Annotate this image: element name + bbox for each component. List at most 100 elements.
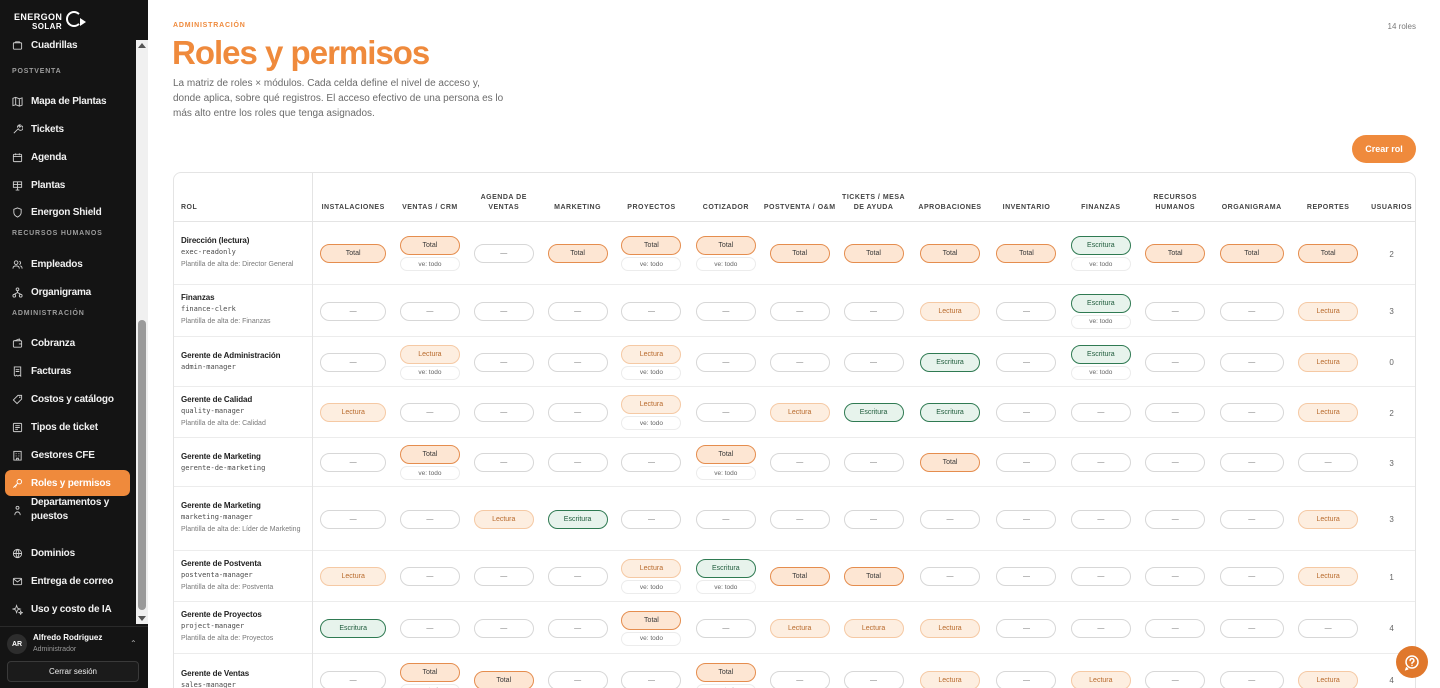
access-level-select[interactable]: — <box>1298 453 1359 472</box>
access-level-select[interactable]: Escritura <box>1070 236 1131 255</box>
access-level-select[interactable]: Total <box>1219 244 1284 263</box>
access-level-select[interactable]: — <box>547 618 608 638</box>
access-level-select[interactable]: Lectura <box>1298 403 1359 422</box>
sidebar-item-energon-shield[interactable]: Energon Shield <box>5 199 130 225</box>
access-level-select[interactable]: — <box>1219 567 1284 586</box>
access-level-select[interactable]: — <box>996 670 1057 688</box>
access-level-select[interactable]: — <box>473 618 534 638</box>
access-level-select[interactable]: — <box>399 301 460 321</box>
access-level-select[interactable]: — <box>473 567 534 586</box>
access-level-select[interactable]: — <box>473 352 534 372</box>
sidebar-item-departamentos-y-puestos[interactable]: Departamentos y puestos <box>5 494 130 526</box>
role-cell[interactable]: Gerente de Postventa postventa-manager Pla… <box>174 550 313 601</box>
access-level-select[interactable]: Total <box>399 445 460 464</box>
sidebar-item-gestores-cfe[interactable]: Gestores CFE <box>5 442 130 468</box>
access-level-select[interactable]: Total <box>1145 244 1206 263</box>
access-level-select[interactable]: — <box>1219 453 1284 472</box>
sidebar-item-roles-y-permisos[interactable]: Roles y permisos <box>5 470 130 496</box>
access-level-select[interactable]: — <box>547 670 608 688</box>
access-level-select[interactable]: — <box>996 352 1057 372</box>
access-level-select[interactable]: — <box>769 453 830 472</box>
access-level-select[interactable]: Total <box>320 244 387 263</box>
role-cell[interactable]: Gerente de Marketing gerente-de-marketing <box>174 437 313 486</box>
access-level-select[interactable]: — <box>473 453 534 472</box>
sidebar-item-organigrama[interactable]: Organigrama <box>5 279 130 305</box>
access-level-select[interactable]: — <box>621 453 682 472</box>
scope-select[interactable]: ve: todo <box>621 580 682 594</box>
access-level-select[interactable]: — <box>843 453 904 472</box>
access-level-select[interactable]: Total <box>621 610 682 630</box>
access-level-select[interactable]: Total <box>769 244 830 263</box>
scope-select[interactable]: ve: todo <box>621 416 682 430</box>
access-level-select[interactable]: Total <box>695 236 756 255</box>
access-level-select[interactable]: Escritura <box>695 559 756 578</box>
access-level-select[interactable]: Total <box>695 445 756 464</box>
access-level-select[interactable]: Total <box>920 244 981 263</box>
sidebar-item-tipos-de-ticket[interactable]: Tipos de ticket <box>5 414 130 440</box>
access-level-select[interactable]: — <box>547 403 608 422</box>
brand-logo[interactable]: ENERGON SOLAR <box>14 10 94 32</box>
access-level-select[interactable]: Total <box>695 662 756 682</box>
access-level-select[interactable]: Lectura <box>1298 301 1359 321</box>
access-level-select[interactable]: — <box>695 352 756 372</box>
access-level-select[interactable]: Total <box>1298 244 1359 263</box>
access-level-select[interactable]: — <box>399 618 460 638</box>
access-level-select[interactable]: Lectura <box>1298 509 1359 529</box>
access-level-select[interactable]: — <box>1070 567 1131 586</box>
access-level-select[interactable]: — <box>547 453 608 472</box>
access-level-select[interactable]: — <box>920 567 981 586</box>
access-level-select[interactable]: Lectura <box>320 403 387 422</box>
role-cell[interactable]: Dirección (lectura) exec-readonly Plantill… <box>174 221 313 284</box>
sidebar-item-plantas[interactable]: Plantas <box>5 172 130 198</box>
access-level-select[interactable]: — <box>1219 301 1284 321</box>
access-level-select[interactable]: — <box>473 244 534 263</box>
access-level-select[interactable]: — <box>1145 301 1206 321</box>
access-level-select[interactable]: Escritura <box>843 403 904 422</box>
access-level-select[interactable]: — <box>621 670 682 688</box>
access-level-select[interactable]: — <box>320 453 387 472</box>
access-level-select[interactable]: — <box>1145 618 1206 638</box>
access-level-select[interactable]: — <box>320 509 387 529</box>
access-level-select[interactable]: — <box>996 567 1057 586</box>
access-level-select[interactable]: Lectura <box>320 567 387 586</box>
user-menu-chevron-icon[interactable]: ⌃ <box>130 639 137 648</box>
scope-select[interactable]: ve: todo <box>695 683 756 688</box>
access-level-select[interactable]: — <box>996 301 1057 321</box>
role-cell[interactable]: Finanzas finance-clerk Plantilla de alta d… <box>174 284 313 336</box>
access-level-select[interactable]: — <box>473 403 534 422</box>
sidebar-item-mapa-de-plantas[interactable]: Mapa de Plantas <box>5 88 130 114</box>
access-level-select[interactable]: Total <box>769 567 830 586</box>
access-level-select[interactable]: — <box>399 403 460 422</box>
scope-select[interactable]: ve: todo <box>399 257 460 271</box>
access-level-select[interactable]: Lectura <box>920 301 981 321</box>
scope-select[interactable]: ve: todo <box>399 683 460 688</box>
access-level-select[interactable]: Total <box>399 236 460 255</box>
sidebar-item-empleados[interactable]: Empleados <box>5 251 130 277</box>
access-level-select[interactable]: — <box>320 670 387 688</box>
access-level-select[interactable]: Lectura <box>621 395 682 414</box>
scope-select[interactable]: ve: todo <box>695 257 756 271</box>
access-level-select[interactable]: Lectura <box>1298 670 1359 688</box>
access-level-select[interactable]: Escritura <box>1070 293 1131 313</box>
access-level-select[interactable]: — <box>1219 509 1284 529</box>
access-level-select[interactable]: Lectura <box>1070 670 1131 688</box>
access-level-select[interactable]: Total <box>920 453 981 472</box>
access-level-select[interactable]: — <box>769 352 830 372</box>
access-level-select[interactable]: — <box>843 301 904 321</box>
access-level-select[interactable]: — <box>769 670 830 688</box>
access-level-select[interactable]: Lectura <box>769 618 830 638</box>
access-level-select[interactable]: Total <box>621 236 682 255</box>
access-level-select[interactable]: Escritura <box>920 403 981 422</box>
access-level-select[interactable]: — <box>843 509 904 529</box>
access-level-select[interactable]: — <box>996 618 1057 638</box>
access-level-select[interactable]: — <box>320 301 387 321</box>
access-level-select[interactable]: — <box>769 509 830 529</box>
access-level-select[interactable]: — <box>695 301 756 321</box>
access-level-select[interactable]: — <box>1219 618 1284 638</box>
access-level-select[interactable]: — <box>1298 618 1359 638</box>
access-level-select[interactable]: Lectura <box>1298 352 1359 372</box>
scope-select[interactable]: ve: todo <box>621 631 682 646</box>
access-level-select[interactable]: — <box>996 509 1057 529</box>
scope-select[interactable]: ve: todo <box>621 257 682 271</box>
access-level-select[interactable]: — <box>843 670 904 688</box>
